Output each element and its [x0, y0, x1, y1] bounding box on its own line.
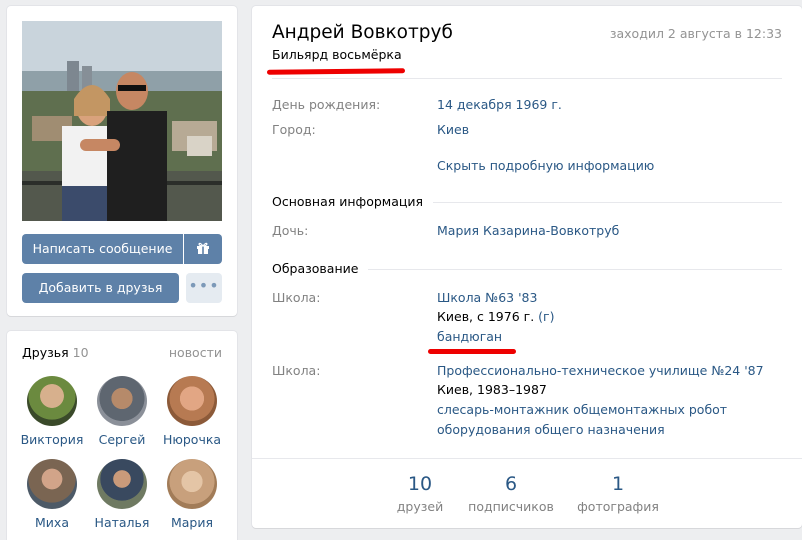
- friend-name[interactable]: Нюрочка: [157, 432, 227, 447]
- profile-counters: 10 друзей 6 подписчиков 1 фотография: [252, 458, 802, 528]
- friend-item[interactable]: Сергей: [87, 376, 157, 447]
- red-underline-annotation: [266, 68, 406, 75]
- profile-info-card: Андрей Вовкотруб заходил 2 августа в 12:…: [252, 6, 802, 528]
- friend-avatar[interactable]: [167, 459, 217, 509]
- school1-name[interactable]: Школа №63 '83: [437, 290, 537, 305]
- profile-name: Андрей Вовкотруб: [272, 22, 453, 43]
- write-message-button[interactable]: Написать сообщение: [22, 234, 183, 264]
- school2-label: Школа:: [272, 363, 321, 378]
- friend-item[interactable]: Нюрочка: [157, 376, 227, 447]
- counter-number: 6: [504, 473, 518, 495]
- daughter-label: Дочь:: [272, 223, 309, 238]
- daughter-value[interactable]: Мария Казарина-Вовкотруб: [437, 223, 619, 238]
- more-actions-button[interactable]: •••: [186, 273, 222, 303]
- friends-count: 10: [72, 345, 89, 360]
- counter-label: подписчиков: [468, 499, 554, 514]
- counter-photos[interactable]: 1 фотография: [563, 473, 673, 514]
- friend-name[interactable]: Сергей: [87, 432, 157, 447]
- red-underline-annotation: [428, 349, 516, 354]
- friend-avatar[interactable]: [167, 376, 217, 426]
- friend-name[interactable]: Мария: [157, 515, 227, 530]
- birthday-label: День рождения:: [272, 97, 381, 112]
- profile-status[interactable]: Бильярд восьмёрка: [272, 47, 402, 62]
- gift-icon: [196, 241, 210, 257]
- friend-avatar[interactable]: [27, 376, 77, 426]
- counter-number: 1: [611, 473, 625, 495]
- friend-name[interactable]: Наталья: [87, 515, 157, 530]
- counter-label: фотография: [577, 499, 659, 514]
- main-info-title: Основная информация: [272, 194, 434, 209]
- school1-specialty[interactable]: бандюган: [437, 329, 502, 344]
- last-seen-text: заходил 2 августа в 12:33: [609, 26, 782, 41]
- divider: [272, 78, 782, 79]
- school2-name[interactable]: Профессионально-техническое училище №24 …: [437, 363, 764, 378]
- friends-title[interactable]: Друзья 10: [22, 345, 89, 360]
- friend-item[interactable]: Мария: [157, 459, 227, 530]
- friend-avatar[interactable]: [97, 459, 147, 509]
- counter-followers[interactable]: 6 подписчиков: [456, 473, 566, 514]
- friend-item[interactable]: Миха: [17, 459, 87, 530]
- school1-detail: Киев, с 1976 г. (г): [437, 309, 555, 324]
- school2-specialty-line1[interactable]: слесарь-монтажник общемонтажных робот: [437, 402, 727, 417]
- friend-name[interactable]: Миха: [17, 515, 87, 530]
- friend-avatar[interactable]: [97, 376, 147, 426]
- friends-news-link[interactable]: новости: [169, 345, 222, 360]
- city-label: Город:: [272, 122, 316, 137]
- school1-label: Школа:: [272, 290, 321, 305]
- profile-photo-card: Написать сообщение Добавить в друзья •••: [7, 6, 237, 316]
- friend-item[interactable]: Наталья: [87, 459, 157, 530]
- hide-details-link[interactable]: Скрыть подробную информацию: [437, 158, 654, 173]
- profile-photo[interactable]: [22, 21, 222, 221]
- send-gift-button[interactable]: [184, 234, 222, 264]
- birthday-value[interactable]: 14 декабря 1969 г.: [437, 97, 562, 112]
- friends-block: Друзья 10 новости Виктория Сергей Нюрочка…: [7, 331, 237, 540]
- friend-item[interactable]: Виктория: [17, 376, 87, 447]
- friend-avatar[interactable]: [27, 459, 77, 509]
- add-friend-button[interactable]: Добавить в друзья: [22, 273, 179, 303]
- school2-specialty-line2[interactable]: оборудования общего назначения: [437, 422, 665, 437]
- school2-detail: Киев, 1983–1987: [437, 382, 547, 397]
- school1-class-link[interactable]: (г): [538, 309, 554, 324]
- education-title: Образование: [272, 261, 369, 276]
- friend-name[interactable]: Виктория: [17, 432, 87, 447]
- city-value[interactable]: Киев: [437, 122, 469, 137]
